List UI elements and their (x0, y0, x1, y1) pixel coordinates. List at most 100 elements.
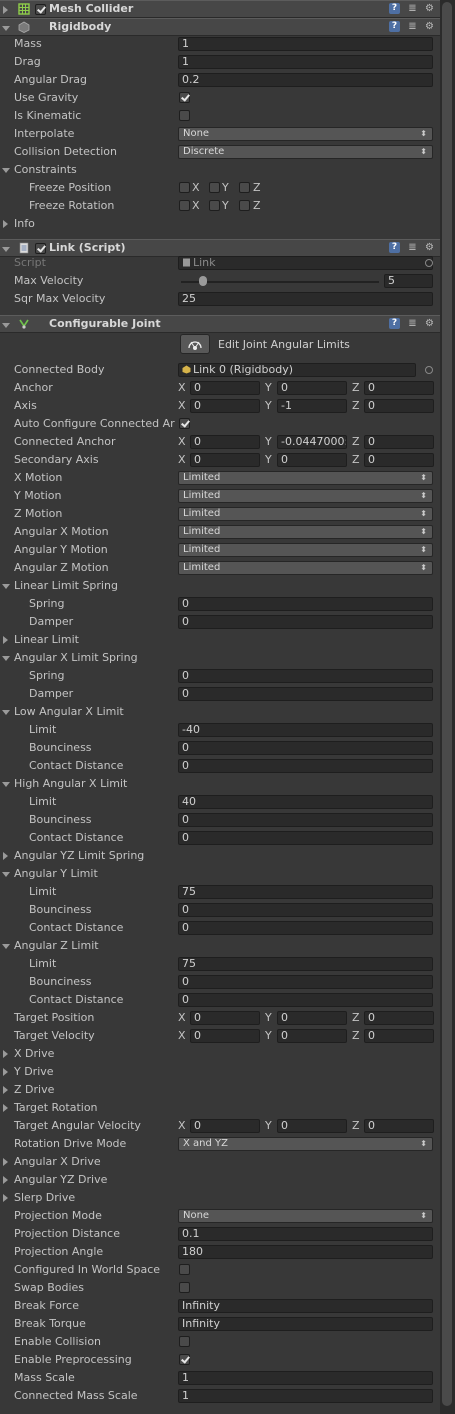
freeze-rotation-row-x-checkbox[interactable] (179, 200, 190, 211)
enable-preprocessing-checkbox[interactable] (179, 1354, 190, 1365)
bounciness-field[interactable]: 0 (178, 741, 433, 755)
angular-x-drive-foldout-icon[interactable] (3, 1158, 8, 1166)
axis-y-field[interactable]: -1 (277, 399, 347, 413)
limit-field[interactable]: 40 (178, 795, 433, 809)
configurable-joint-header[interactable]: Configurable Joint? ≣ ⚙ (0, 315, 440, 333)
low-angular-x-limit-foldout-icon[interactable] (2, 710, 10, 715)
preset-icon[interactable]: ≣ (407, 318, 418, 329)
contact-distance-field[interactable]: 0 (178, 993, 433, 1007)
drag-field[interactable]: 1 (178, 55, 433, 69)
freeze-position-row-x-checkbox[interactable] (179, 182, 190, 193)
secondary-axis-y-field[interactable]: 0 (277, 453, 347, 467)
mesh-collider-header[interactable]: Mesh Collider? ≣ ⚙ (0, 0, 440, 18)
object-picker-icon[interactable] (425, 366, 433, 374)
connected-mass-scale-field[interactable]: 1 (178, 1389, 433, 1403)
constraints-foldout-icon[interactable] (2, 168, 10, 173)
max-velocity-slider-track[interactable] (181, 281, 379, 283)
angular-drag-field[interactable]: 0.2 (178, 73, 433, 87)
script-field[interactable]: Link (178, 256, 433, 270)
freeze-position-row-y-checkbox[interactable] (209, 182, 220, 193)
connected-body-field[interactable]: Link 0 (Rigidbody) (178, 363, 416, 377)
contact-distance-field[interactable]: 0 (178, 759, 433, 773)
max-velocity-slider-thumb[interactable] (198, 276, 207, 286)
preset-icon[interactable]: ≣ (407, 21, 418, 32)
angular-z-motion-dropdown[interactable]: Limited ⬍ (178, 561, 433, 575)
use-gravity-checkbox[interactable] (179, 92, 190, 103)
angular-z-limit-foldout-icon[interactable] (2, 944, 10, 949)
target-rotation-foldout-icon[interactable] (3, 1104, 8, 1112)
collision-detection-dropdown[interactable]: Discrete ⬍ (178, 145, 433, 159)
enable-collision-checkbox[interactable] (179, 1336, 190, 1347)
y-drive-foldout-icon[interactable] (3, 1068, 8, 1076)
angular-x-motion-dropdown[interactable]: Limited ⬍ (178, 525, 433, 539)
target-angular-velocity-z-field[interactable]: 0 (364, 1119, 434, 1133)
angular-yz-limit-spring-foldout-icon[interactable] (3, 852, 8, 860)
x-motion-dropdown[interactable]: Limited ⬍ (178, 471, 433, 485)
linear-limit-spring-foldout-icon[interactable] (2, 584, 10, 589)
connected-anchor-x-field[interactable]: 0 (190, 435, 260, 449)
spring-field[interactable]: 0 (178, 669, 433, 683)
scrollbar-thumb[interactable] (442, 2, 452, 1406)
help-icon[interactable]: ? (389, 318, 400, 329)
mass-field[interactable]: 1 (178, 37, 433, 51)
limit-field[interactable]: -40 (178, 723, 433, 737)
projection-mode-dropdown[interactable]: None ⬍ (178, 1209, 433, 1223)
target-angular-velocity-y-field[interactable]: 0 (277, 1119, 347, 1133)
rotation-drive-mode-dropdown[interactable]: X and YZ ⬍ (178, 1137, 433, 1151)
rigidbody-header-foldout-icon[interactable] (2, 26, 10, 31)
link-script-header-foldout-icon[interactable] (2, 247, 10, 252)
help-icon[interactable]: ? (389, 3, 400, 14)
bounciness-field[interactable]: 0 (178, 813, 433, 827)
swap-bodies-checkbox[interactable] (179, 1282, 190, 1293)
projection-angle-field[interactable]: 180 (178, 1245, 433, 1259)
gear-icon[interactable]: ⚙ (424, 242, 435, 253)
gear-icon[interactable]: ⚙ (424, 318, 435, 329)
secondary-axis-x-field[interactable]: 0 (190, 453, 260, 467)
anchor-y-field[interactable]: 0 (277, 381, 347, 395)
connected-anchor-y-field[interactable]: -0.0447000: (277, 435, 347, 449)
mesh-collider-header-enabled-checkbox[interactable] (35, 4, 46, 15)
angular-yz-drive-foldout-icon[interactable] (3, 1176, 8, 1184)
axis-z-field[interactable]: 0 (364, 399, 434, 413)
limit-field[interactable]: 75 (178, 885, 433, 899)
sqr-max-velocity-field[interactable]: 25 (178, 292, 433, 306)
axis-x-field[interactable]: 0 (190, 399, 260, 413)
projection-distance-field[interactable]: 0.1 (178, 1227, 433, 1241)
inspector-scrollbar[interactable] (440, 0, 455, 1414)
target-position-z-field[interactable]: 0 (364, 1011, 434, 1025)
help-icon[interactable]: ? (389, 242, 400, 253)
contact-distance-field[interactable]: 0 (178, 921, 433, 935)
link-script-header-enabled-checkbox[interactable] (35, 243, 46, 254)
target-position-x-field[interactable]: 0 (190, 1011, 260, 1025)
mass-scale-field[interactable]: 1 (178, 1371, 433, 1385)
high-angular-x-limit-foldout-icon[interactable] (2, 782, 10, 787)
anchor-x-field[interactable]: 0 (190, 381, 260, 395)
freeze-rotation-row-y-checkbox[interactable] (209, 200, 220, 211)
linear-limit-foldout-icon[interactable] (3, 636, 8, 644)
interpolate-dropdown[interactable]: None ⬍ (178, 127, 433, 141)
x-drive-foldout-icon[interactable] (3, 1050, 8, 1058)
spring-field[interactable]: 0 (178, 597, 433, 611)
slerp-drive-foldout-icon[interactable] (3, 1194, 8, 1202)
angular-y-limit-foldout-icon[interactable] (2, 872, 10, 877)
freeze-position-row-z-checkbox[interactable] (239, 182, 250, 193)
freeze-rotation-row-z-checkbox[interactable] (239, 200, 250, 211)
damper-field[interactable]: 0 (178, 615, 433, 629)
anchor-z-field[interactable]: 0 (364, 381, 434, 395)
configured-in-world-space-checkbox[interactable] (179, 1264, 190, 1275)
target-velocity-z-field[interactable]: 0 (364, 1029, 434, 1043)
contact-distance-field[interactable]: 0 (178, 831, 433, 845)
target-angular-velocity-x-field[interactable]: 0 (190, 1119, 260, 1133)
gear-icon[interactable]: ⚙ (424, 21, 435, 32)
bounciness-field[interactable]: 0 (178, 975, 433, 989)
configurable-joint-header-foldout-icon[interactable] (2, 323, 10, 328)
rigidbody-header[interactable]: Rigidbody? ≣ ⚙ (0, 18, 440, 36)
help-icon[interactable]: ? (389, 21, 400, 32)
z-motion-dropdown[interactable]: Limited ⬍ (178, 507, 433, 521)
object-picker-icon[interactable] (425, 259, 433, 267)
target-velocity-x-field[interactable]: 0 (190, 1029, 260, 1043)
target-position-y-field[interactable]: 0 (277, 1011, 347, 1025)
z-drive-foldout-icon[interactable] (3, 1086, 8, 1094)
connected-anchor-z-field[interactable]: 0 (364, 435, 434, 449)
limit-field[interactable]: 75 (178, 957, 433, 971)
